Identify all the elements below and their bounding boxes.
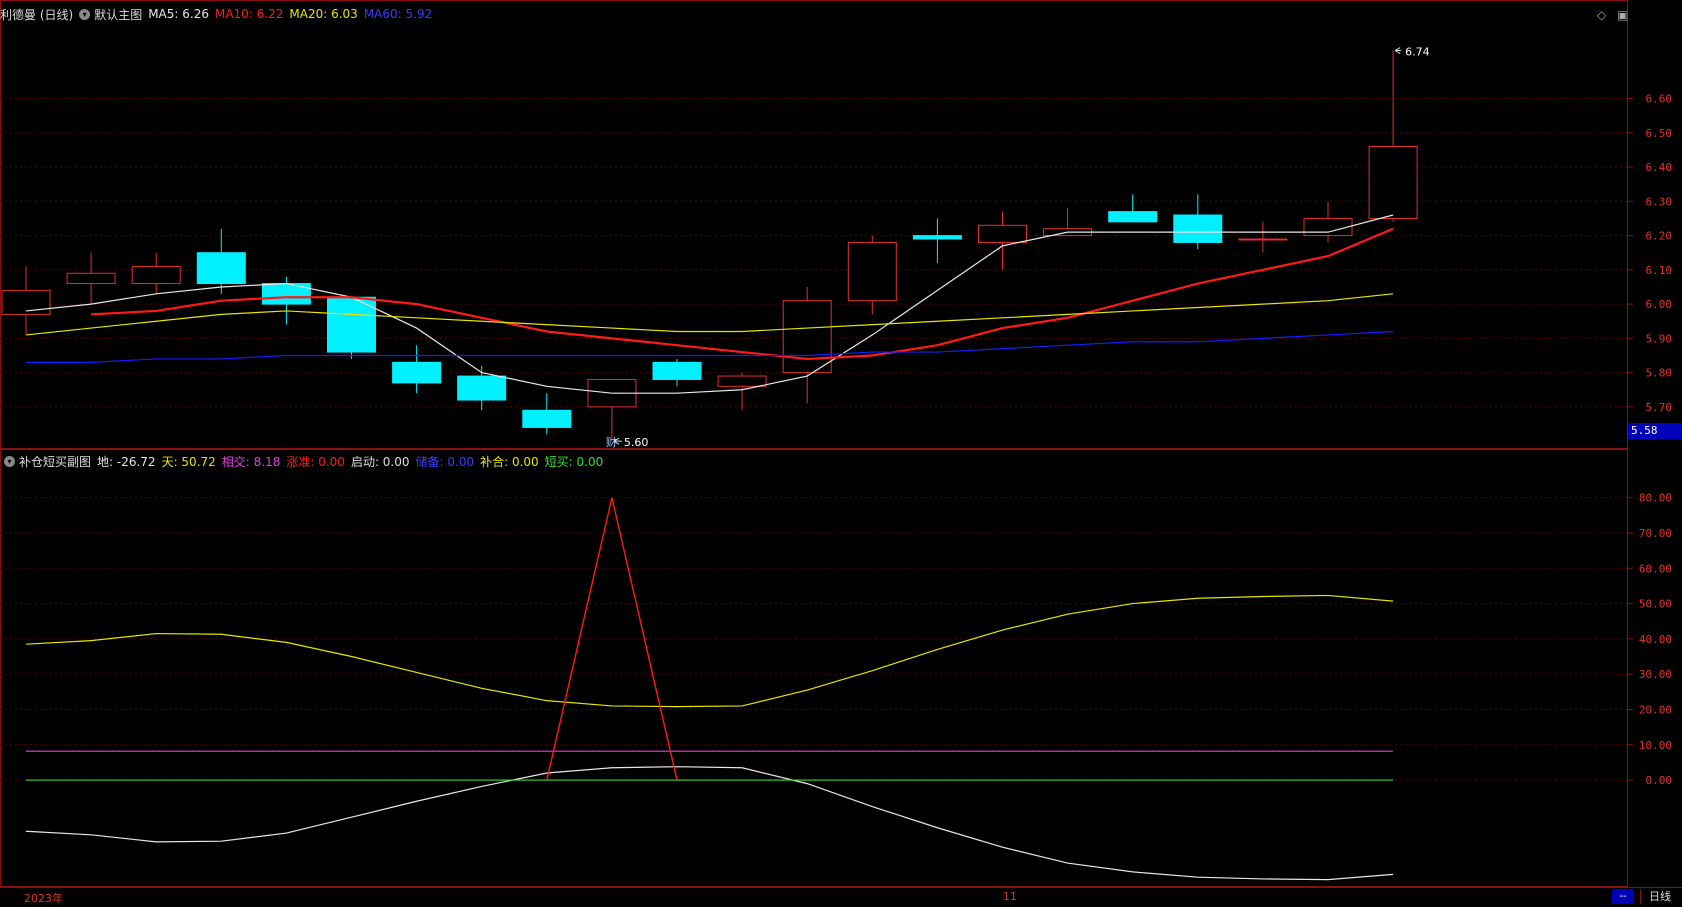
candle-body — [717, 375, 767, 387]
y-tick-label: 70.00 — [1639, 527, 1672, 540]
series-天-line — [25, 594, 1394, 708]
y-tick-label: 5.80 — [1646, 367, 1673, 380]
y-tick-label: 80.00 — [1639, 492, 1672, 505]
qidong-label: 启动: 0.00 — [350, 454, 410, 469]
duanmai-label: 短买: 0.00 — [544, 454, 604, 469]
diamond-icon[interactable]: ◇ — [1597, 8, 1606, 22]
high-arrow-icon — [1394, 47, 1402, 54]
y-tick-label: 6.20 — [1646, 230, 1673, 243]
window-icon[interactable]: ▣ — [1617, 8, 1628, 22]
candle-body — [1238, 238, 1288, 241]
ma60-line — [26, 330, 1394, 363]
candle-body — [457, 375, 507, 401]
chevron-down-icon[interactable]: ▾ — [79, 8, 91, 20]
y-tick-label: 20.00 — [1639, 703, 1672, 716]
candle-body — [1303, 217, 1353, 237]
chevron-down-icon[interactable]: ▾ — [4, 455, 15, 467]
y-tick-label: 6.60 — [1646, 93, 1673, 106]
y-tick-label: 6.00 — [1646, 298, 1673, 311]
stock-title: 利德曼 (日线) — [0, 7, 74, 22]
candle-body — [1173, 214, 1223, 243]
candle-body — [66, 272, 116, 285]
candle-body — [912, 235, 962, 240]
candle-body — [1108, 211, 1158, 223]
di-label: 地: -26.72 — [97, 454, 156, 469]
bottom-time-bar — [0, 887, 1682, 907]
ma20-label: MA20: 6.03 — [289, 7, 358, 21]
chubei-label: 储备: 0.00 — [415, 454, 475, 469]
y-tick-label: 5.90 — [1646, 332, 1673, 345]
month-label: 11 — [1003, 890, 1017, 903]
buhe-label: 补合: 0.00 — [480, 454, 539, 469]
y-tick-label: 6.30 — [1646, 195, 1673, 208]
sub-panel-border — [0, 449, 1628, 887]
year-label: 2023年 — [24, 892, 63, 905]
zhangzhun-label: 涨准: 0.00 — [286, 454, 345, 469]
candle-body — [1368, 145, 1418, 219]
sub-chart-header: ▾ 补仓短买副图 地: -26.72 天: 50.72 相交: 8.18 涨准:… — [0, 451, 609, 471]
y-tick-label: 50.00 — [1639, 598, 1672, 611]
daily-period-button[interactable]: 日线 — [1640, 889, 1679, 904]
candle-body — [196, 252, 246, 285]
period-dash-button[interactable]: -- — [1612, 889, 1634, 904]
y-tick-label: 40.00 — [1639, 633, 1672, 646]
candle-body — [782, 300, 832, 374]
main-panel-border — [0, 0, 1628, 449]
ma60-label: MA60: 5.92 — [363, 7, 433, 21]
candle-body — [131, 265, 181, 285]
candle-body — [392, 361, 442, 384]
candle-body — [522, 409, 572, 428]
series-地-line — [25, 766, 1394, 881]
y-tick-label: 6.40 — [1646, 161, 1673, 174]
y-tick-label: 30.00 — [1639, 668, 1672, 681]
tian-label: 天: 50.72 — [161, 454, 216, 469]
low-price-label: 5.60 — [624, 436, 649, 449]
main-chart-header: 利德曼 (日线) ▾ 默认主图 MA5: 6.26 MA10: 6.22 MA2… — [0, 4, 438, 24]
y-tick-label: 6.10 — [1646, 264, 1673, 277]
y-tick-label: 0.00 — [1646, 774, 1673, 787]
candle-body — [652, 361, 702, 380]
finance-marker: 财 — [606, 435, 617, 449]
y-tick-label: 60.00 — [1639, 562, 1672, 575]
candle-body — [847, 241, 897, 302]
y-tick-label: 6.50 — [1646, 127, 1673, 140]
current-price-tag: 5.58 — [1628, 423, 1682, 439]
candle-body — [978, 224, 1027, 243]
ma5-label: MA5: 6.26 — [148, 7, 209, 21]
xiangjiao-label: 相交: 8.18 — [221, 454, 281, 469]
main-chart-name[interactable]: 默认主图 — [94, 6, 142, 23]
high-price-label: 6.74 — [1405, 46, 1430, 59]
ma10-label: MA10: 6.22 — [214, 7, 284, 21]
y-tick-label: 10.00 — [1639, 739, 1672, 752]
y-tick-label: 5.70 — [1646, 401, 1673, 414]
sub-chart-title[interactable]: 补仓短买副图 — [19, 453, 91, 470]
